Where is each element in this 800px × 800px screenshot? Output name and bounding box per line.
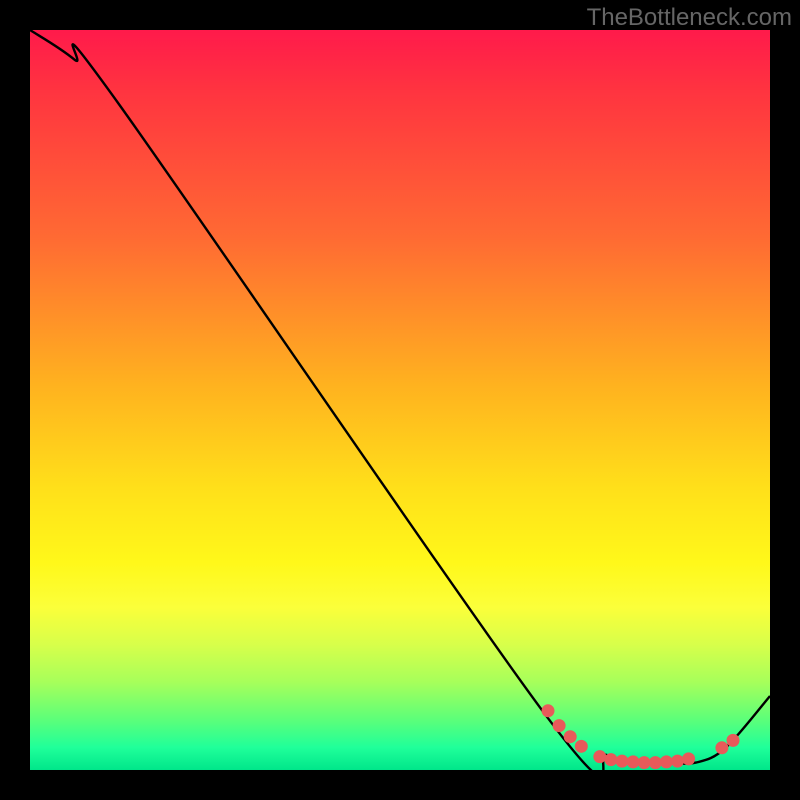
data-marker	[542, 704, 555, 717]
data-marker	[575, 740, 588, 753]
data-marker	[715, 741, 728, 754]
data-marker	[604, 753, 617, 766]
plot-area	[30, 30, 770, 770]
data-marker	[649, 756, 662, 769]
watermark-text: TheBottleneck.com	[587, 4, 792, 32]
data-marker	[682, 752, 695, 765]
data-marker	[593, 750, 606, 763]
data-marker	[564, 730, 577, 743]
data-marker	[727, 734, 740, 747]
data-marker	[627, 755, 640, 768]
chart-frame: TheBottleneck.com	[0, 0, 800, 800]
data-marker	[553, 719, 566, 732]
data-marker	[671, 755, 684, 768]
chart-svg	[30, 30, 770, 770]
data-marker	[638, 756, 651, 769]
data-marker	[616, 755, 629, 768]
curve-path	[30, 30, 770, 770]
data-marker	[660, 755, 673, 768]
